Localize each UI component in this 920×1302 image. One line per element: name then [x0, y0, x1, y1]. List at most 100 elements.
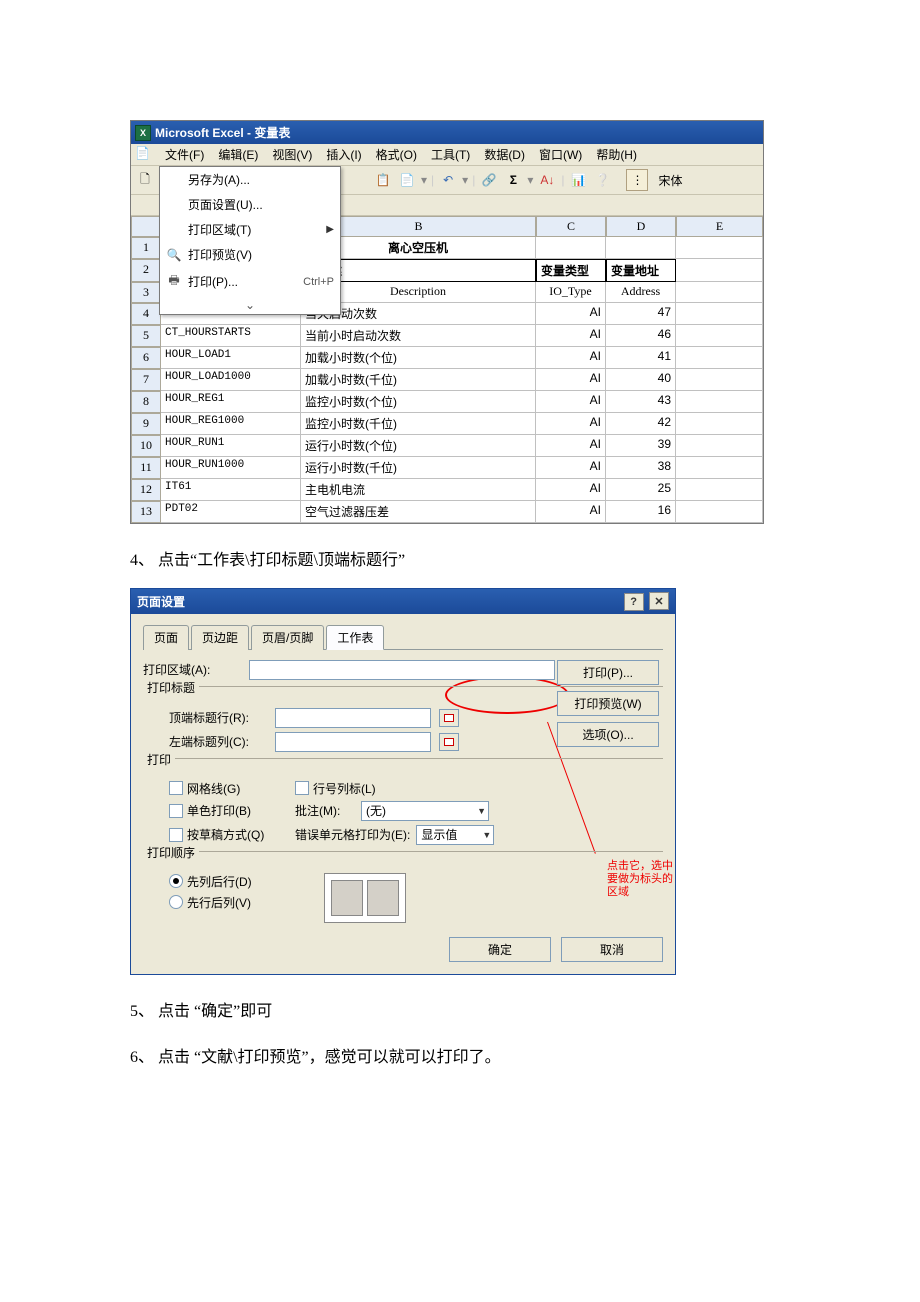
close-icon[interactable]: ✕ — [649, 592, 669, 610]
row-header[interactable]: 3 — [131, 282, 161, 303]
cell-type[interactable]: AI — [536, 347, 606, 369]
new-icon[interactable]: 🗋 — [135, 170, 155, 190]
hyperlink-icon[interactable]: 🔗 — [479, 170, 499, 190]
tab-margins[interactable]: 页边距 — [191, 625, 249, 650]
row-header[interactable]: 11 — [131, 457, 161, 479]
cell-empty[interactable] — [676, 457, 763, 479]
cell-empty[interactable] — [676, 501, 763, 523]
expand-menu-icon[interactable]: ⌄ — [160, 296, 340, 314]
order-down-over-radio[interactable]: 先列后行(D) — [169, 873, 252, 890]
col-header-d[interactable]: D — [606, 217, 676, 237]
header-addr[interactable]: 变量地址 — [606, 259, 676, 282]
cell-name[interactable]: HOUR_REG1000 — [161, 413, 301, 435]
menu-file[interactable]: 文件(F) — [165, 146, 204, 163]
cell-name[interactable]: HOUR_RUN1 — [161, 435, 301, 457]
range-selector-icon[interactable] — [439, 709, 459, 727]
header-type[interactable]: 变量类型 — [536, 259, 606, 282]
menu-data[interactable]: 数据(D) — [484, 146, 525, 163]
left-col-input[interactable] — [275, 732, 431, 752]
tab-page[interactable]: 页面 — [143, 625, 189, 650]
mono-checkbox[interactable]: 单色打印(B) — [169, 802, 289, 819]
ok-button[interactable]: 确定 — [449, 937, 551, 962]
paste-icon[interactable]: 📄 — [397, 170, 417, 190]
cell-desc[interactable]: 当前小时启动次数 — [301, 325, 536, 347]
row-header[interactable]: 4 — [131, 303, 161, 325]
menu-print[interactable]: 🖶 打印(P)... Ctrl+P — [160, 267, 340, 296]
cell-type[interactable]: AI — [536, 325, 606, 347]
help-icon[interactable]: ❔ — [592, 170, 612, 190]
comments-select[interactable]: (无) ▼ — [361, 801, 489, 821]
menu-print-area[interactable]: 打印区域(T) ▶ — [160, 217, 340, 242]
cell-name[interactable]: HOUR_REG1 — [161, 391, 301, 413]
cell-empty[interactable] — [676, 347, 763, 369]
cell-addr[interactable]: 42 — [606, 413, 676, 435]
cell-name[interactable]: HOUR_RUN1000 — [161, 457, 301, 479]
cell-desc[interactable]: 运行小时数(个位) — [301, 435, 536, 457]
rowcol-header-checkbox[interactable]: 行号列标(L) — [295, 780, 415, 797]
sort-asc-icon[interactable]: A↓ — [537, 170, 557, 190]
menu-edit[interactable]: 编辑(E) — [218, 146, 258, 163]
cell-addr[interactable]: 40 — [606, 369, 676, 391]
cell-empty[interactable] — [676, 391, 763, 413]
col-header-c[interactable]: C — [536, 217, 606, 237]
cell-type[interactable]: AI — [536, 413, 606, 435]
font-name[interactable]: 宋体 — [658, 172, 682, 189]
menu-insert[interactable]: 插入(I) — [326, 146, 361, 163]
row-header[interactable]: 8 — [131, 391, 161, 413]
cell-desc[interactable]: 运行小时数(千位) — [301, 457, 536, 479]
cell-type[interactable]: AI — [536, 435, 606, 457]
autosum-icon[interactable]: Σ — [503, 170, 523, 190]
cell-type[interactable]: AI — [536, 501, 606, 523]
cell-desc[interactable]: 监控小时数(个位) — [301, 391, 536, 413]
cell-addr[interactable]: 47 — [606, 303, 676, 325]
cell-name[interactable]: CT_HOURSTARTS — [161, 325, 301, 347]
row-header[interactable]: 9 — [131, 413, 161, 435]
draft-checkbox[interactable]: 按草稿方式(Q) — [169, 826, 289, 843]
row-header[interactable]: 12 — [131, 479, 161, 501]
order-over-down-radio[interactable]: 先行后列(V) — [169, 894, 252, 911]
cell-addr[interactable]: 43 — [606, 391, 676, 413]
undo-icon[interactable]: ↶ — [438, 170, 458, 190]
cancel-button[interactable]: 取消 — [561, 937, 663, 962]
col-header-e[interactable]: E — [676, 217, 763, 237]
row-header[interactable]: 2 — [131, 259, 161, 282]
menu-save-as[interactable]: 另存为(A)... — [160, 167, 340, 192]
tab-sheet[interactable]: 工作表 — [326, 625, 384, 650]
menu-help[interactable]: 帮助(H) — [596, 146, 637, 163]
row-header[interactable]: 6 — [131, 347, 161, 369]
range-selector-icon[interactable] — [439, 733, 459, 751]
row-header[interactable]: 13 — [131, 501, 161, 523]
print-button[interactable]: 打印(P)... — [557, 660, 659, 685]
cell-addr[interactable]: 38 — [606, 457, 676, 479]
row-header[interactable]: 10 — [131, 435, 161, 457]
cell-empty[interactable] — [676, 413, 763, 435]
row-header[interactable]: 5 — [131, 325, 161, 347]
cell-empty[interactable] — [676, 325, 763, 347]
cell-type[interactable]: AI — [536, 457, 606, 479]
menu-page-setup[interactable]: 页面设置(U)... — [160, 192, 340, 217]
cell-addr[interactable]: 39 — [606, 435, 676, 457]
cell-desc[interactable]: 加载小时数(个位) — [301, 347, 536, 369]
menu-format[interactable]: 格式(O) — [376, 146, 417, 163]
errors-select[interactable]: 显示值 ▼ — [416, 825, 494, 845]
cell-empty[interactable] — [676, 479, 763, 501]
print-area-input[interactable] — [249, 660, 555, 680]
subheader-type[interactable]: IO_Type — [536, 282, 606, 303]
row-header[interactable]: 7 — [131, 369, 161, 391]
top-row-input[interactable] — [275, 708, 431, 728]
select-all-corner[interactable] — [131, 217, 161, 237]
cell-type[interactable]: AI — [536, 479, 606, 501]
cell-type[interactable]: AI — [536, 391, 606, 413]
cell-empty[interactable] — [676, 435, 763, 457]
cell-empty[interactable] — [676, 303, 763, 325]
cell-name[interactable]: IT61 — [161, 479, 301, 501]
cell-desc[interactable]: 监控小时数(千位) — [301, 413, 536, 435]
cell-name[interactable]: HOUR_LOAD1 — [161, 347, 301, 369]
help-button-icon[interactable]: ? — [624, 593, 644, 611]
cell-type[interactable]: AI — [536, 303, 606, 325]
tab-headerfooter[interactable]: 页眉/页脚 — [251, 625, 324, 650]
cell-desc[interactable]: 加载小时数(千位) — [301, 369, 536, 391]
subheader-addr[interactable]: Address — [606, 282, 676, 303]
chart-icon[interactable]: 📊 — [568, 170, 588, 190]
row-header[interactable]: 1 — [131, 237, 161, 259]
